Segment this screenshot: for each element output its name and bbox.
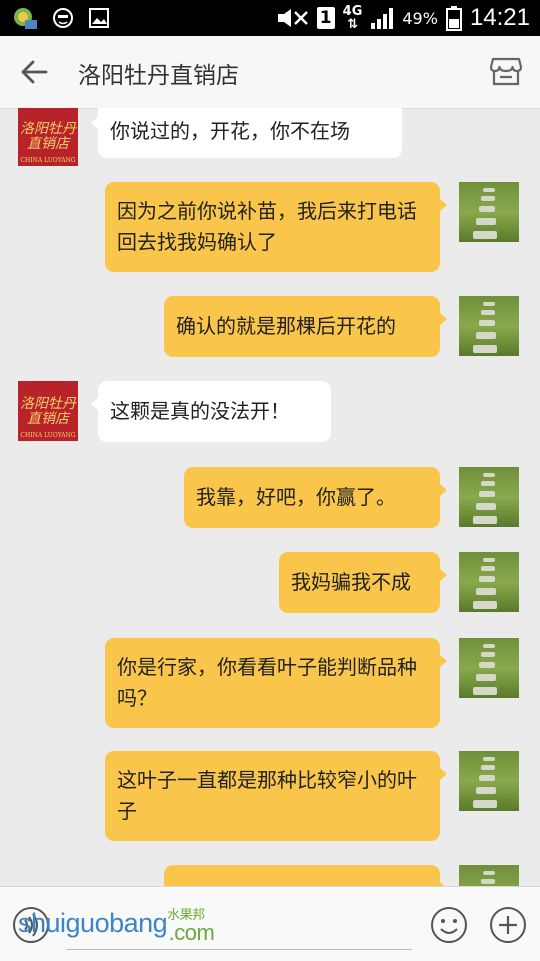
clock: 14:21: [469, 4, 530, 31]
message-bubble-outgoing[interactable]: 我妈骗我不成: [279, 552, 447, 613]
message-bubble-outgoing[interactable]: 你是行家，你看看叶子能判断品种吗？: [105, 638, 447, 728]
shop-avatar[interactable]: 洛阳牡丹 直销店 CHINA LUOYANG: [18, 381, 78, 441]
watermark-text: shuiguobang: [18, 908, 168, 938]
message-input[interactable]: [66, 949, 412, 950]
chat-title: 洛阳牡丹直销店: [78, 63, 239, 89]
store-icon[interactable]: [490, 56, 522, 86]
emoji-icon[interactable]: [430, 906, 468, 944]
face-icon: [53, 8, 73, 28]
battery-percent: 49%: [402, 8, 438, 28]
user-avatar[interactable]: [459, 638, 519, 698]
user-avatar[interactable]: [459, 182, 519, 242]
message-bubble-incoming[interactable]: 你说过的，开花，你不在场: [91, 108, 402, 158]
app-bar: 洛阳牡丹直销店: [0, 36, 540, 109]
signal-icon: [371, 8, 394, 29]
user-avatar[interactable]: [459, 751, 519, 811]
shop-logo-text: 洛阳牡丹 直销店: [20, 121, 76, 153]
system-icons: 1 4G ⇅ 49% 14:21: [275, 4, 530, 32]
watermark-suffix: .com: [168, 920, 215, 945]
network-type: 4G ⇅: [342, 4, 363, 32]
status-bar: 1 4G ⇅ 49% 14:21: [0, 0, 540, 36]
chat-area[interactable]: 洛阳牡丹 直销店 CHINA LUOYANG 你说过的，开花，你不在场 因为之前…: [0, 108, 540, 886]
add-attachment-icon[interactable]: [489, 906, 527, 944]
sim-indicator: 1: [316, 7, 335, 29]
shop-logo-subtext: CHINA LUOYANG: [20, 431, 76, 439]
message-bubble-outgoing[interactable]: [164, 865, 447, 886]
message-bubble-outgoing[interactable]: 因为之前你说补苗，我后来打电话回去找我妈确认了: [105, 182, 447, 272]
mute-icon: [277, 9, 308, 27]
user-avatar[interactable]: [459, 552, 519, 612]
shop-logo-text: 洛阳牡丹 直销店: [20, 396, 76, 428]
gallery-icon: [89, 8, 109, 28]
notification-icons: [12, 6, 110, 30]
message-bubble-outgoing[interactable]: 我靠，好吧，你赢了。: [184, 467, 447, 528]
message-bubble-incoming[interactable]: 这颗是真的没法开！: [91, 381, 331, 442]
message-bubble-outgoing[interactable]: 确认的就是那棵后开花的: [164, 296, 447, 357]
user-avatar[interactable]: [459, 865, 519, 886]
back-arrow-icon[interactable]: [20, 58, 48, 86]
user-avatar[interactable]: [459, 467, 519, 527]
network-label: 4G: [342, 4, 363, 19]
message-bubble-outgoing[interactable]: 这叶子一直都是那种比较窄小的叶子: [105, 751, 447, 841]
messenger-icon: [14, 8, 37, 29]
user-avatar[interactable]: [459, 296, 519, 356]
shop-avatar[interactable]: 洛阳牡丹 直销店 CHINA LUOYANG: [18, 108, 78, 166]
watermark: shuiguobang水果邦.com: [18, 908, 215, 945]
battery-icon: [445, 6, 462, 31]
shop-logo-subtext: CHINA LUOYANG: [20, 156, 76, 164]
